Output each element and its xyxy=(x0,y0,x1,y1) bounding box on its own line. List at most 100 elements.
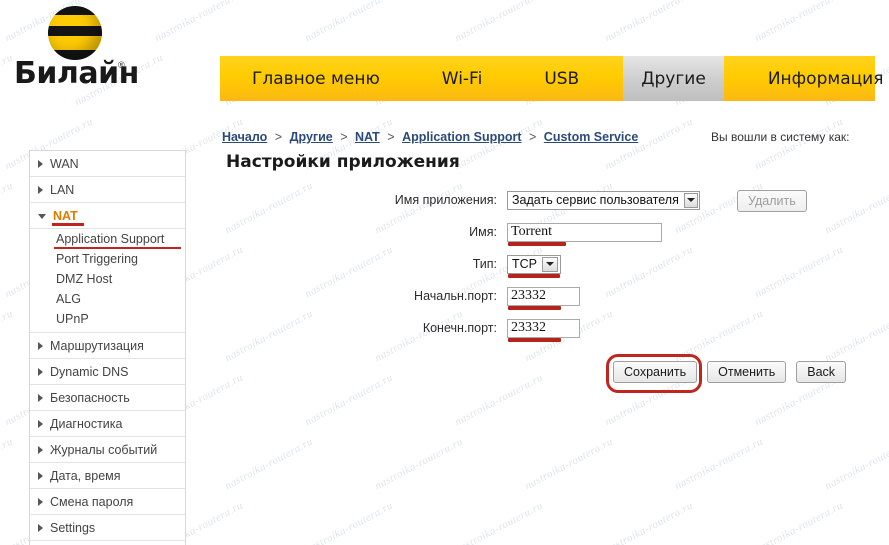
annotation-underline-start-port xyxy=(508,305,561,310)
breadcrumb-item-custom-service[interactable]: Custom Service xyxy=(544,130,638,144)
beeline-striped-ball-icon xyxy=(48,6,102,60)
sidebar-item-change-password[interactable]: Смена пароля xyxy=(30,489,185,515)
tab-usb[interactable]: USB xyxy=(526,56,597,101)
watermark-text: nastroika-routera.ru xyxy=(752,0,846,45)
name-input[interactable] xyxy=(507,222,662,242)
sidebar-item-dynamic-dns[interactable]: Dynamic DNS xyxy=(30,359,185,385)
sidebar-item-diagnostics[interactable]: Диагностика xyxy=(30,411,185,437)
type-select[interactable]: TCP xyxy=(507,254,561,274)
save-button[interactable]: Сохранить xyxy=(613,361,698,383)
watermark-text: nastroika-routera.ru xyxy=(822,435,889,493)
chevron-down-icon[interactable] xyxy=(542,256,558,272)
sidebar-item-label: Маршрутизация xyxy=(50,338,144,353)
sidebar-item-lan[interactable]: LAN xyxy=(30,177,185,203)
chevron-right-icon xyxy=(38,497,43,506)
breadcrumb-separator: > xyxy=(274,130,283,144)
watermark-text: nastroika-routera.ru xyxy=(602,499,696,545)
end-port-control xyxy=(507,318,580,342)
sidebar-item-firmware-update[interactable]: Обновление ПО xyxy=(30,541,185,545)
watermark-text: nastroika-routera.ru xyxy=(302,499,396,545)
sidebar-item-application-support[interactable]: Application Support xyxy=(30,229,185,249)
watermark-text: nastroika-routera.ru xyxy=(302,0,396,45)
breadcrumb-separator: > xyxy=(340,130,348,144)
sidebar-item-dmz-host[interactable]: DMZ Host xyxy=(30,269,185,289)
sidebar-item-security[interactable]: Безопасность xyxy=(30,385,185,411)
watermark-text: nastroika-routera.ru xyxy=(672,435,766,493)
form-row-end-port: Конечн.порт: xyxy=(222,314,872,342)
watermark-text: nastroika-routera.ru xyxy=(452,0,546,45)
app-name-selected-value: Задать сервис пользователя xyxy=(512,193,679,207)
sidebar-item-label: WAN xyxy=(50,156,79,171)
sidebar-item-label: NAT xyxy=(52,208,84,226)
tab-information[interactable]: Информация xyxy=(750,56,889,101)
breadcrumb-separator: > xyxy=(529,130,537,144)
watermark-text: nastroika-routera.ru xyxy=(522,435,616,493)
sidebar-item-nat[interactable]: NAT xyxy=(30,203,185,229)
main-navigation: Главное меню Wi-Fi USB Другие Информация xyxy=(220,56,883,101)
sidebar-item-label: Settings xyxy=(50,520,96,535)
sidebar-item-settings[interactable]: Settings xyxy=(30,515,185,541)
app-name-select[interactable]: Задать сервис пользователя xyxy=(507,190,700,210)
watermark-text: nastroika-routera.ru xyxy=(372,435,466,493)
sidebar-item-upnp[interactable]: UPnP xyxy=(30,309,185,329)
sidebar-item-port-triggering[interactable]: Port Triggering xyxy=(30,249,185,269)
chevron-down-icon xyxy=(38,214,46,219)
start-port-control xyxy=(507,286,580,310)
tab-other[interactable]: Другие xyxy=(623,56,724,101)
sidebar-item-date-time[interactable]: Дата, время xyxy=(30,463,185,489)
tab-wifi[interactable]: Wi-Fi xyxy=(424,56,501,101)
chevron-right-icon xyxy=(38,471,43,480)
sidebar-item-event-logs[interactable]: Журналы событий xyxy=(30,437,185,463)
sidebar-item-label: LAN xyxy=(50,182,75,197)
breadcrumb-item-application-support[interactable]: Application Support xyxy=(402,130,521,144)
name-label: Имя: xyxy=(469,225,497,239)
end-port-input[interactable] xyxy=(507,318,580,338)
login-status-text: Вы вошли в систему как: xyxy=(711,130,850,144)
sidebar-item-routing[interactable]: Маршрутизация xyxy=(30,333,185,359)
cancel-button[interactable]: Отменить xyxy=(707,361,787,383)
breadcrumb-item-other[interactable]: Другие xyxy=(290,130,333,144)
annotation-underline-end-port xyxy=(508,337,561,342)
type-control: TCP xyxy=(507,254,561,278)
breadcrumb: Начало > Другие > NAT > Application Supp… xyxy=(222,130,638,144)
start-port-label: Начальн.порт: xyxy=(414,289,497,303)
delete-button[interactable]: Удалить xyxy=(737,190,807,212)
chevron-right-icon xyxy=(38,393,43,402)
app-name-control: Задать сервис пользователя xyxy=(507,190,700,210)
sidebar-item-label: Безопасность xyxy=(50,390,130,405)
registered-mark: ® xyxy=(118,60,125,70)
end-port-label: Конечн.порт: xyxy=(422,321,497,335)
watermark-text: nastroika-routera.ru xyxy=(302,371,396,429)
sidebar-item-label: Диагностика xyxy=(50,416,123,431)
name-control xyxy=(507,222,662,246)
watermark-text: nastroika-routera.ru xyxy=(0,435,16,493)
sidebar-menu: WAN LAN NAT Application Support Port Tri… xyxy=(29,150,186,545)
sidebar-item-wan[interactable]: WAN xyxy=(30,151,185,177)
watermark-text: nastroika-routera.ru xyxy=(452,499,546,545)
back-button[interactable]: Back xyxy=(796,361,847,383)
chevron-right-icon xyxy=(38,185,43,194)
breadcrumb-item-nat[interactable]: NAT xyxy=(355,130,380,144)
type-selected-value: TCP xyxy=(512,257,537,271)
chevron-right-icon xyxy=(38,445,43,454)
tab-main-menu[interactable]: Главное меню xyxy=(234,56,398,101)
start-port-input[interactable] xyxy=(507,286,580,306)
app-name-label: Имя приложения: xyxy=(394,193,497,207)
breadcrumb-item-home[interactable]: Начало xyxy=(222,130,267,144)
watermark-text: nastroika-routera.ru xyxy=(0,307,16,365)
sidebar-item-label: Дата, время xyxy=(50,468,121,483)
sidebar-item-alg[interactable]: ALG xyxy=(30,289,185,309)
watermark-text: nastroika-routera.ru xyxy=(152,0,246,45)
chevron-right-icon xyxy=(38,159,43,168)
chevron-right-icon xyxy=(38,341,43,350)
watermark-text: nastroika-routera.ru xyxy=(0,179,16,237)
breadcrumb-separator: > xyxy=(387,130,395,144)
router-admin-page: Билайн ® Главное меню Wi-Fi USB Другие И… xyxy=(0,0,889,545)
watermark-text: nastroika-routera.ru xyxy=(222,435,316,493)
annotation-underline-type xyxy=(508,273,560,278)
page-title: Настройки приложения xyxy=(226,152,460,172)
sidebar-item-label: Журналы событий xyxy=(50,442,158,457)
chevron-right-icon xyxy=(38,367,43,376)
chevron-right-icon xyxy=(38,419,43,428)
chevron-down-icon[interactable] xyxy=(683,192,698,208)
